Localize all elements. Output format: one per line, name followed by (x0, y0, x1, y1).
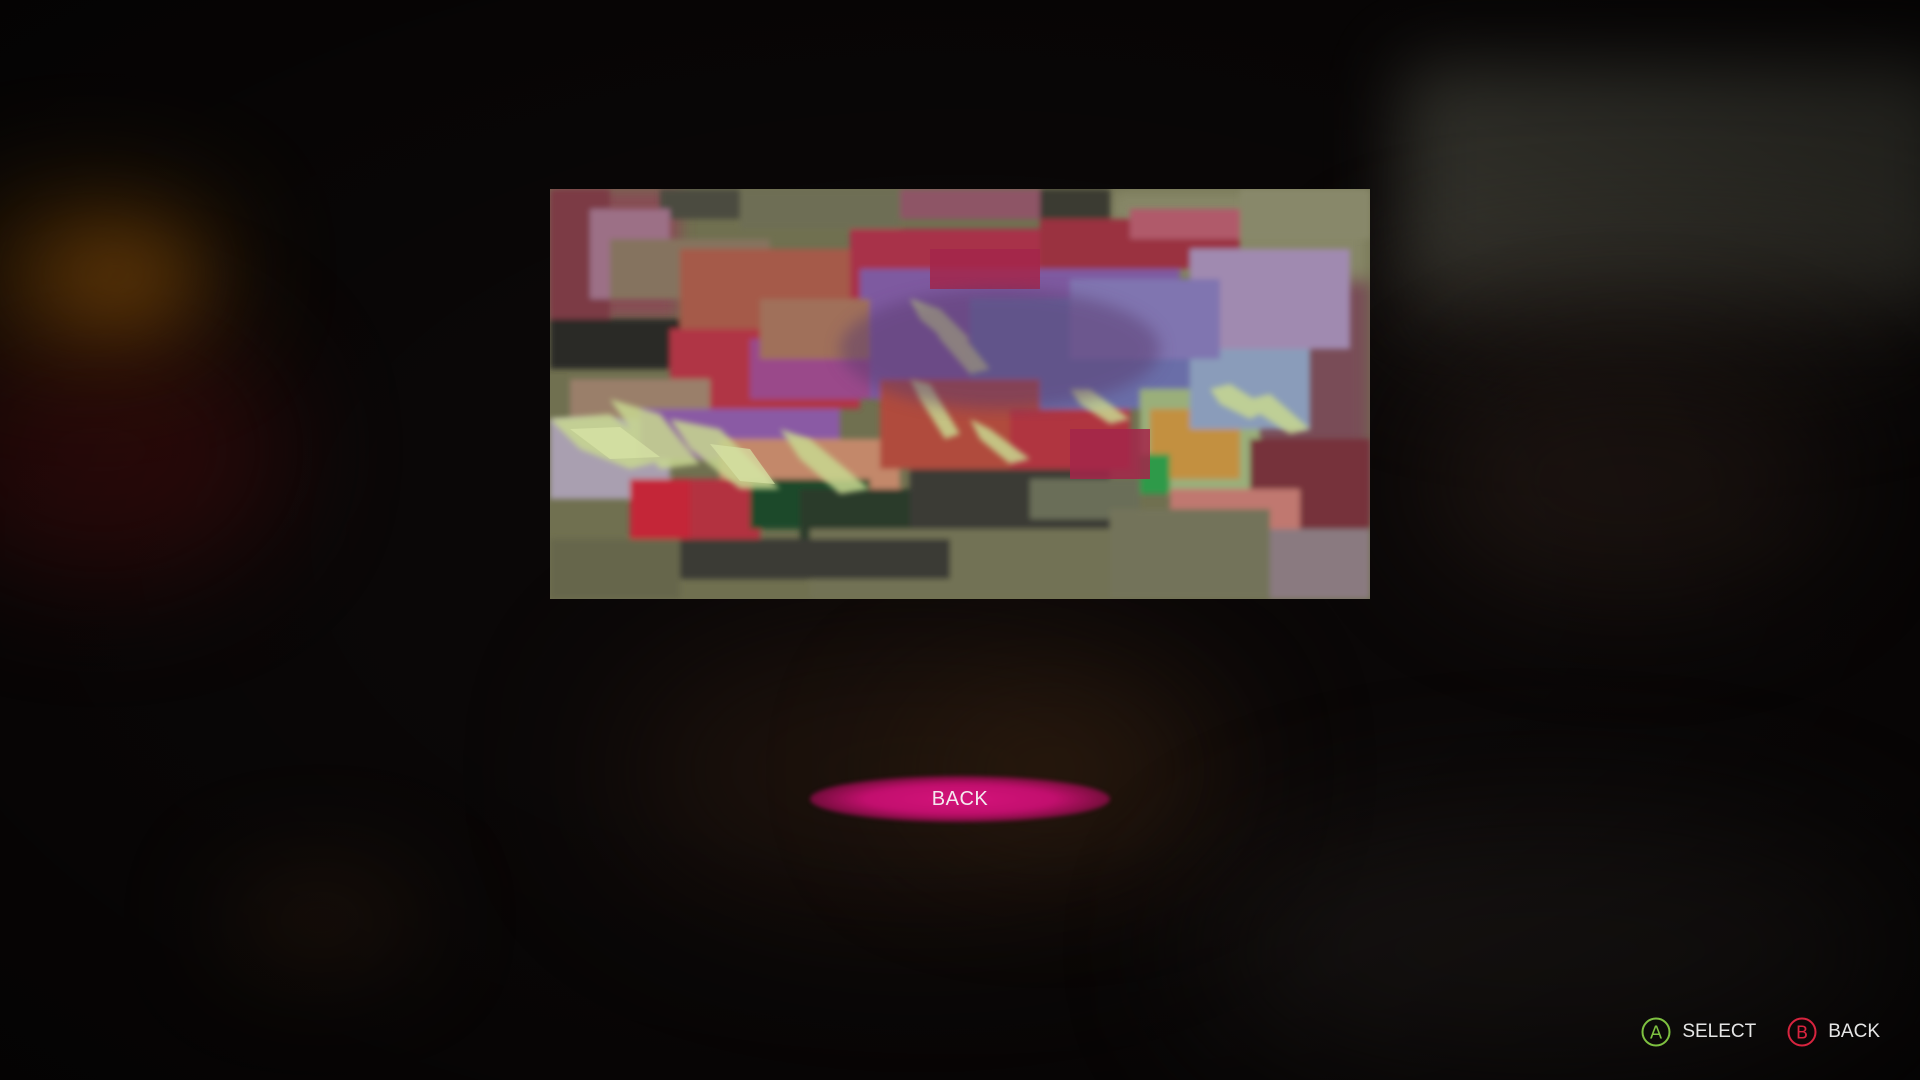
svg-text:A: A (1650, 1023, 1663, 1044)
svg-text:B: B (1796, 1023, 1808, 1044)
glitch-artwork (550, 189, 1370, 599)
back-hint[interactable]: B BACK (1786, 1016, 1880, 1048)
back-hint-label: BACK (1828, 1021, 1880, 1042)
b-button-icon: B (1786, 1016, 1818, 1048)
controller-hints: A SELECT B BACK (1640, 1014, 1880, 1050)
select-hint[interactable]: A SELECT (1640, 1016, 1756, 1048)
game-screen: BACK A SELECT B BACK (0, 0, 1920, 1080)
select-hint-label: SELECT (1682, 1021, 1757, 1042)
corrupted-image-panel (550, 189, 1370, 599)
back-button[interactable]: BACK (810, 776, 1110, 822)
back-button-label: BACK (931, 787, 989, 810)
a-button-icon: A (1640, 1016, 1672, 1048)
